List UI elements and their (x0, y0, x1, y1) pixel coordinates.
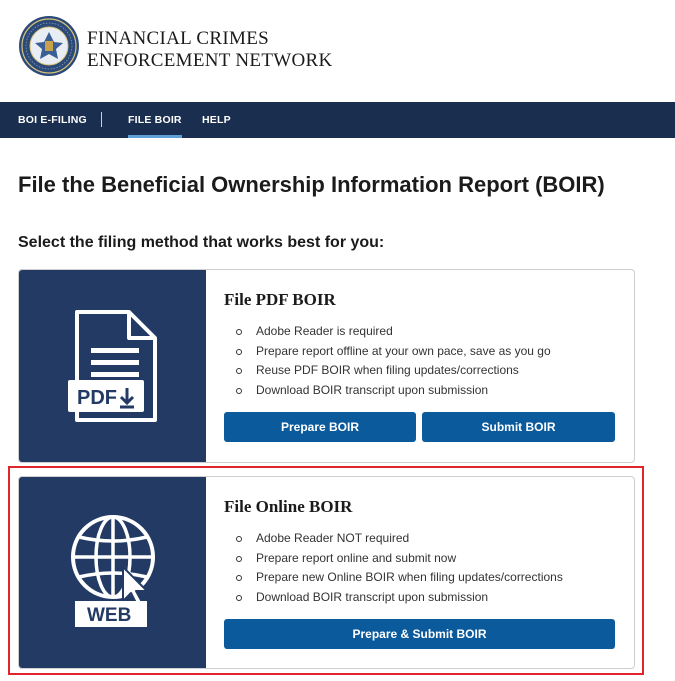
prepare-boir-button[interactable]: Prepare BOIR (224, 412, 416, 442)
pdf-icon-label: PDF (77, 387, 117, 409)
list-item: Download BOIR transcript upon submission (236, 381, 551, 401)
nav-divider (101, 112, 102, 127)
pdf-boir-card: PDF File PDF BOIR Adobe Reader is requir… (18, 269, 635, 463)
pdf-feature-list: Adobe Reader is required Prepare report … (236, 322, 551, 400)
nav-item-boi-efiling[interactable]: BOI E-FILING (18, 102, 87, 138)
nav-item-file-boir[interactable]: FILE BOIR (128, 102, 182, 138)
pdf-document-icon: PDF (68, 310, 157, 422)
submit-boir-button[interactable]: Submit BOIR (422, 412, 615, 442)
agency-name-line1: FINANCIAL CRIMES (87, 28, 269, 49)
agency-name-line2: ENFORCEMENT NETWORK (87, 50, 333, 71)
list-item: Reuse PDF BOIR when filing updates/corre… (236, 361, 551, 381)
pdf-card-icon-panel: PDF (19, 270, 206, 462)
list-item: Prepare report offline at your own pace,… (236, 342, 551, 362)
page-subtitle: Select the filing method that works best… (18, 234, 385, 251)
site-header: FINANCIAL CRIMES ENFORCEMENT NETWORK (0, 0, 675, 102)
agency-name: FINANCIAL CRIMES ENFORCEMENT NETWORK (87, 28, 332, 72)
nav-item-help[interactable]: HELP (202, 102, 231, 138)
selection-highlight (8, 466, 644, 675)
page-title: File the Beneficial Ownership Informatio… (18, 172, 605, 197)
treasury-seal-icon (19, 16, 79, 76)
pdf-card-title: File PDF BOIR (224, 290, 336, 309)
list-item: Adobe Reader is required (236, 322, 551, 342)
